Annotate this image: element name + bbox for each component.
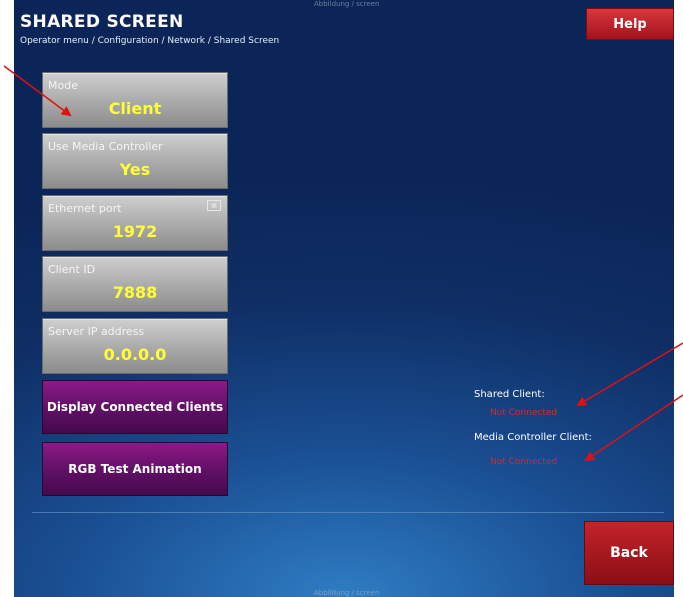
annotation-arrows	[3, 65, 683, 462]
annotation-arrow-mode	[3, 65, 72, 117]
annotation-arrow-media-controller-client	[584, 394, 683, 462]
annotation-arrow-shared-client	[576, 342, 683, 407]
